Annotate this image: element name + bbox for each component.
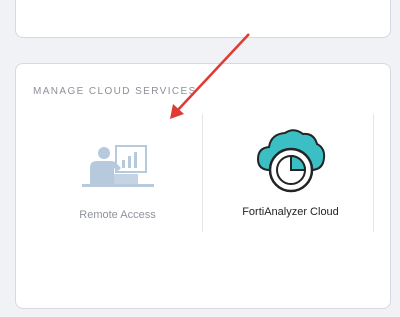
- fortianalyzer-cloud-tile[interactable]: FortiAnalyzer Cloud: [204, 114, 377, 232]
- top-card: [15, 0, 391, 38]
- remote-access-icon: [81, 145, 154, 187]
- fortianalyzer-cloud-label: FortiAnalyzer Cloud: [242, 206, 339, 218]
- section-title: MANAGE CLOUD SERVICES: [33, 86, 197, 97]
- remote-access-tile[interactable]: Remote Access: [31, 114, 204, 232]
- remote-access-label: Remote Access: [79, 209, 156, 221]
- fortianalyzer-cloud-icon: [256, 129, 325, 193]
- manage-cloud-services-card: MANAGE CLOUD SERVICES Remote Access Fort…: [15, 63, 391, 309]
